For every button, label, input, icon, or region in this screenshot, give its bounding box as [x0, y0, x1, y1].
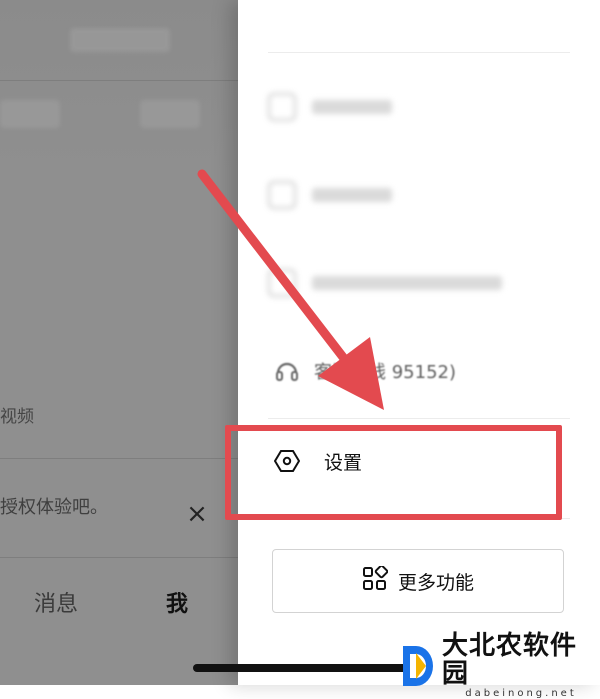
watermark-subtitle: dabeinong.net	[465, 688, 577, 699]
watermark-title: 大北农软件园	[442, 631, 578, 689]
menu-item-blurred-3[interactable]	[268, 268, 502, 298]
watermark-logo: 大北农软件园 dabeinong.net	[400, 632, 600, 699]
video-label: 视频	[0, 407, 34, 427]
blurred-header	[0, 0, 238, 170]
grid-apps-icon	[362, 564, 389, 597]
background-app-dimmed: 视频 授权体验吧。 × 消息 我	[0, 0, 238, 685]
close-icon[interactable]: ×	[186, 501, 208, 527]
menu-item-customer-service[interactable]: 客服热线 95152)	[274, 356, 456, 386]
headset-icon	[274, 358, 300, 384]
customer-service-label: 客服热线 95152)	[314, 362, 457, 383]
tab-me[interactable]: 我	[166, 586, 188, 618]
home-indicator[interactable]	[193, 664, 413, 672]
auth-prompt-text: 授权体验吧。	[0, 497, 108, 518]
side-drawer-menu: 客服热线 95152) 设置 更多功能	[238, 0, 600, 685]
menu-item-blurred-1[interactable]	[268, 92, 392, 122]
tab-messages[interactable]: 消息	[34, 586, 78, 618]
more-features-button[interactable]: 更多功能	[272, 549, 564, 613]
annotation-highlight-box	[225, 425, 562, 520]
watermark-d-icon	[400, 643, 436, 689]
menu-item-blurred-2[interactable]	[268, 180, 392, 210]
more-features-label: 更多功能	[397, 571, 474, 594]
